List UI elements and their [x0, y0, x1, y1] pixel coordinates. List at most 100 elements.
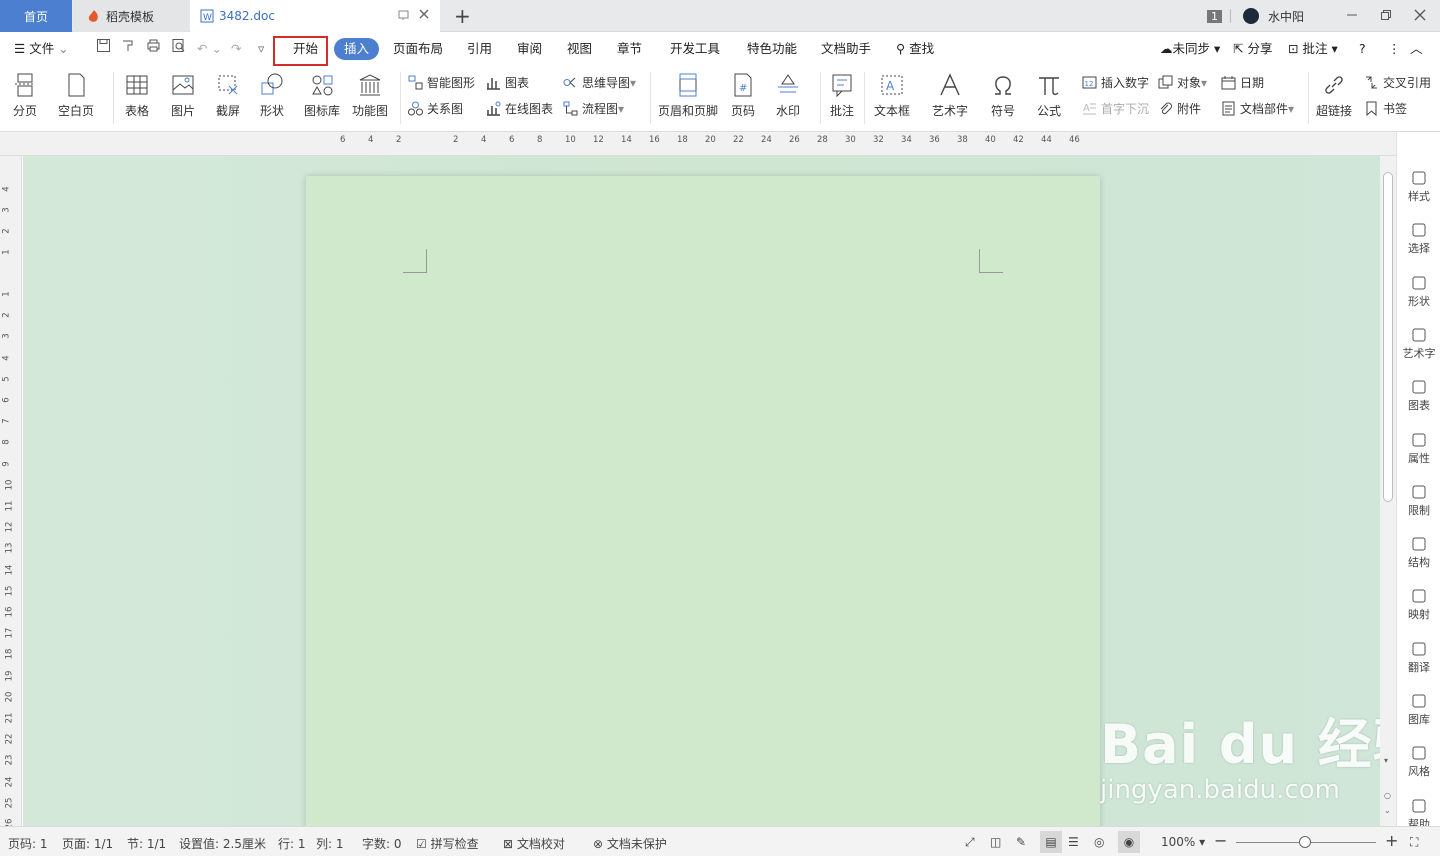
smartart-button[interactable]: 智能图形 — [408, 74, 475, 91]
tab-references[interactable]: 引用 — [467, 38, 492, 60]
panel-item[interactable]: 图库 — [1397, 693, 1440, 727]
icon-library-button[interactable]: 图标库 — [304, 72, 340, 119]
annotate-button[interactable]: 批注 — [829, 72, 855, 119]
panel-item[interactable]: 映射 — [1397, 588, 1440, 622]
textbox-button[interactable]: A 文本框 — [874, 72, 910, 119]
date-button[interactable]: 日期 — [1221, 74, 1264, 91]
tab-review[interactable]: 审阅 — [517, 38, 542, 60]
proofread-button[interactable]: ⊠ 文档校对 — [503, 835, 565, 852]
attachment-button[interactable]: 附件 — [1158, 100, 1201, 117]
print-icon[interactable] — [146, 38, 161, 60]
document-page[interactable] — [306, 176, 1100, 836]
protect-button[interactable]: ⊗ 文档未保护 — [593, 835, 667, 852]
relation-chart-button[interactable]: 关系图 — [408, 100, 463, 117]
close-tab-icon[interactable] — [418, 8, 430, 23]
tab-docer-templates[interactable]: 稻壳模板 — [73, 0, 189, 32]
horizontal-ruler[interactable]: 6 4 2 2 4 6 8 10 12 14 16 18 20 22 24 26 28 30 32 34 36 38 40 4… — [0, 132, 1440, 156]
zoom-in-icon[interactable]: + — [1385, 831, 1398, 850]
collapse-ribbon-icon[interactable]: ︿ — [1410, 38, 1423, 60]
maximize-icon[interactable] — [1380, 9, 1392, 24]
window-count-badge[interactable]: 1 — [1206, 9, 1222, 23]
zoom-level-dropdown[interactable]: 100% ▾ — [1161, 835, 1205, 849]
spell-check-button[interactable]: ☑ 拼写检查 — [416, 835, 479, 852]
status-section[interactable]: 节: 1/1 — [127, 835, 166, 852]
find-button[interactable]: ⚲ 查找 — [896, 38, 934, 60]
file-menu[interactable]: ☰ 文件 ⌄ — [14, 38, 69, 60]
scroll-down-icon[interactable]: ▾ — [1384, 756, 1388, 765]
fullscreen-icon[interactable]: ⤢ — [965, 835, 975, 850]
quick-access-dropdown-icon[interactable]: ▿ — [258, 38, 264, 60]
panel-item[interactable]: 结构 — [1397, 536, 1440, 570]
chart-button[interactable]: 图表 — [486, 74, 529, 91]
fit-window-icon[interactable]: ⛶ — [1410, 835, 1418, 850]
screenshot-button[interactable]: 截屏 — [215, 72, 241, 119]
tab-doc-assistant[interactable]: 文档助手 — [821, 38, 871, 60]
help-icon[interactable]: ? — [1359, 38, 1366, 60]
table-button[interactable]: 表格 — [124, 72, 150, 119]
restore-tab-icon[interactable] — [398, 9, 410, 24]
pen-icon[interactable]: ✎ — [1016, 835, 1026, 849]
bookmark-button[interactable]: 书签 — [1364, 100, 1407, 117]
web-view-icon[interactable]: ◎ — [1094, 835, 1104, 849]
prev-page-icon[interactable]: ○ — [1384, 791, 1391, 800]
page-number-button[interactable]: # 页码 — [730, 72, 756, 119]
panel-item[interactable]: 形状 — [1397, 275, 1440, 309]
comment-menu-button[interactable]: ⊡ 批注 ▾ — [1288, 38, 1338, 60]
watermark-button[interactable]: 水印 — [775, 72, 801, 119]
panel-item[interactable]: 风格 — [1397, 745, 1440, 779]
panel-item[interactable]: 翻译 — [1397, 641, 1440, 675]
format-painter-icon[interactable] — [121, 38, 136, 60]
outline-view-icon[interactable]: ☰ — [1068, 835, 1079, 849]
tab-features[interactable]: 特色功能 — [747, 38, 797, 60]
header-footer-button[interactable]: 页眉和页脚 — [658, 72, 718, 119]
object-button[interactable]: 对象 ▾ — [1158, 74, 1207, 91]
drop-cap-button[interactable]: A 首字下沉 — [1082, 100, 1149, 117]
share-button[interactable]: ⇱ 分享 — [1233, 38, 1272, 60]
tab-document[interactable]: W 3482.doc — [190, 0, 440, 32]
redo-icon[interactable]: ↷ — [231, 38, 241, 60]
next-page-icon[interactable]: ⌄ — [1384, 806, 1391, 815]
page-view-icon[interactable]: ▤ — [1040, 831, 1062, 853]
flowchart-button[interactable]: 流程图 ▾ — [563, 100, 624, 117]
picture-button[interactable]: 图片 — [170, 72, 196, 119]
online-chart-button[interactable]: 在线图表 — [486, 100, 553, 117]
vertical-ruler[interactable]: 4 3 2 1 1 2 3 4 5 6 7 8 9 10 11 12 13 14 15 16 17 18 19 20 21 22 2… — [0, 156, 22, 829]
hyperlink-button[interactable]: 超链接 — [1316, 72, 1352, 119]
page-break-button[interactable]: 分页 — [12, 72, 38, 119]
close-window-icon[interactable] — [1414, 9, 1426, 24]
panel-item[interactable]: 样式 — [1397, 170, 1440, 204]
mindmap-button[interactable]: 思维导图 ▾ — [563, 74, 636, 91]
formula-button[interactable]: 公式 — [1036, 72, 1062, 119]
panel-item[interactable]: 选择 — [1397, 222, 1440, 256]
status-pages[interactable]: 页面: 1/1 — [62, 835, 113, 852]
cross-reference-button[interactable]: 交叉引用 — [1364, 74, 1431, 91]
wordart-button[interactable]: 艺术字 — [932, 72, 968, 119]
symbol-button[interactable]: 符号 — [990, 72, 1016, 119]
eye-protection-icon[interactable]: ◉ — [1118, 831, 1140, 853]
panel-item[interactable]: 限制 — [1397, 484, 1440, 518]
panel-item[interactable]: 属性 — [1397, 432, 1440, 466]
sync-button[interactable]: ☁未同步 ▾ — [1160, 38, 1220, 60]
tab-page-layout[interactable]: 页面布局 — [393, 38, 443, 60]
panel-item[interactable]: 图表 — [1397, 379, 1440, 413]
print-preview-icon[interactable] — [171, 38, 186, 60]
save-icon[interactable] — [96, 38, 111, 60]
shape-button[interactable]: 形状 — [259, 72, 285, 119]
reading-mode-icon[interactable]: ◫ — [990, 835, 1001, 849]
doc-parts-button[interactable]: 文档部件 ▾ — [1221, 100, 1294, 117]
status-word-count[interactable]: 字数: 0 — [362, 835, 402, 852]
status-setting-value[interactable]: 设置值: 2.5厘米 — [179, 835, 266, 852]
tab-insert[interactable]: 插入 — [334, 38, 380, 60]
tab-developer[interactable]: 开发工具 — [670, 38, 720, 60]
more-icon[interactable]: ⋮ — [1388, 38, 1401, 60]
panel-item[interactable]: 艺术字 — [1397, 327, 1440, 361]
zoom-out-icon[interactable]: − — [1214, 831, 1227, 850]
function-chart-button[interactable]: 功能图 — [352, 72, 388, 119]
vertical-scrollbar[interactable]: ▾ ○ ⌄ — [1380, 156, 1396, 826]
insert-number-button[interactable]: 12 插入数字 — [1082, 74, 1149, 91]
new-tab-button[interactable]: + — [454, 4, 471, 28]
tab-view[interactable]: 视图 — [567, 38, 592, 60]
tab-chapter[interactable]: 章节 — [617, 38, 642, 60]
minimize-icon[interactable] — [1346, 9, 1358, 24]
status-page-number[interactable]: 页码: 1 — [8, 835, 48, 852]
